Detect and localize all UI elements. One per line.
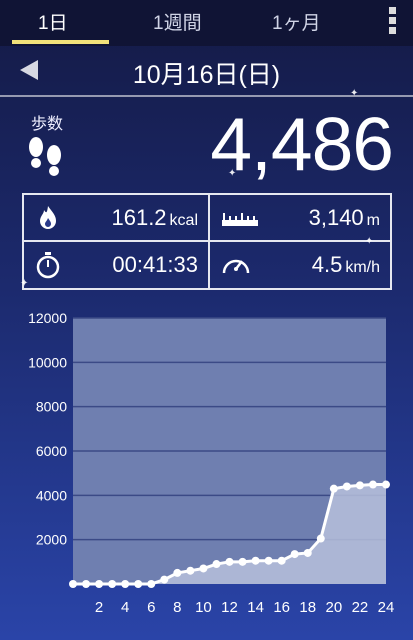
active-tab-indicator	[12, 40, 109, 44]
y-tick-label: 12000	[28, 310, 67, 326]
x-tick-label: 22	[352, 599, 369, 616]
x-tick-label: 12	[221, 599, 238, 616]
speedometer-icon	[222, 259, 250, 274]
duration-cell: 00:41:33	[24, 242, 208, 287]
stopwatch-icon	[36, 252, 60, 279]
x-tick-label: 16	[273, 599, 290, 616]
tab-day[interactable]: 1日	[38, 8, 68, 35]
x-tick-label: 18	[299, 599, 316, 616]
steps-count: 4,486	[210, 102, 394, 186]
data-point	[355, 481, 364, 490]
y-tick-label: 2000	[36, 532, 67, 548]
data-point	[316, 534, 325, 543]
data-point	[69, 580, 77, 588]
distance-value: 3,140	[308, 205, 364, 230]
speed-value: 4.5	[311, 252, 343, 277]
menu-icon[interactable]	[389, 7, 397, 37]
ruler-icon	[222, 213, 258, 226]
flame-icon	[40, 206, 56, 229]
x-tick-label: 10	[195, 599, 212, 616]
distance-unit: m	[366, 212, 380, 229]
data-point	[186, 566, 195, 575]
x-tick-label: 4	[121, 599, 129, 616]
data-point	[160, 575, 169, 584]
data-point	[329, 484, 338, 493]
data-point	[290, 550, 299, 559]
steps-label: 歩数	[31, 116, 64, 133]
calories-value: 161.2	[111, 205, 167, 230]
duration-value: 00:41:33	[112, 252, 198, 277]
data-point	[121, 580, 130, 588]
data-point	[238, 557, 247, 566]
distance-cell: 3,140 m	[210, 195, 390, 240]
tab-bar: 1日 1週間 1ヶ月	[0, 0, 413, 46]
x-tick-label: 2	[95, 599, 103, 616]
data-point	[82, 580, 91, 588]
x-tick-label: 14	[247, 599, 264, 616]
x-tick-label: 24	[378, 599, 395, 616]
y-tick-label: 6000	[36, 443, 67, 459]
data-point	[277, 556, 286, 565]
data-point	[173, 568, 182, 577]
calories-unit: kcal	[169, 212, 198, 229]
data-point	[225, 557, 234, 566]
y-tick-label: 8000	[36, 399, 67, 415]
calories-cell: 161.2 kcal	[24, 195, 208, 240]
steps-chart: 120001000080006000400020002 4 6 8 10 12 14 16 18…	[28, 310, 395, 616]
data-point	[264, 556, 273, 565]
data-point	[199, 564, 208, 573]
y-tick-label: 10000	[28, 354, 67, 370]
footprints-icon	[29, 137, 61, 176]
data-point	[303, 548, 312, 557]
speed-cell: 4.5 km/h	[210, 242, 390, 287]
tab-month[interactable]: 1ヶ月	[272, 8, 321, 35]
data-point	[147, 580, 156, 588]
data-point	[382, 480, 390, 489]
data-point	[212, 560, 221, 569]
y-tick-label: 4000	[36, 487, 67, 503]
date-title: 10月16日(日)	[132, 61, 281, 89]
tab-week[interactable]: 1週間	[153, 8, 202, 35]
x-tick-label: 20	[325, 599, 342, 616]
speed-unit: km/h	[345, 259, 380, 276]
data-point	[134, 580, 143, 588]
data-point	[108, 580, 117, 588]
data-point	[368, 480, 377, 489]
data-point	[95, 580, 104, 588]
x-tick-label: 6	[147, 599, 155, 616]
data-point	[251, 556, 260, 565]
data-point	[342, 482, 351, 491]
x-tick-label: 8	[173, 599, 181, 616]
stats-panel: 161.2 kcal 3,140 m 00:41:33 4.5 km/h	[22, 193, 392, 290]
